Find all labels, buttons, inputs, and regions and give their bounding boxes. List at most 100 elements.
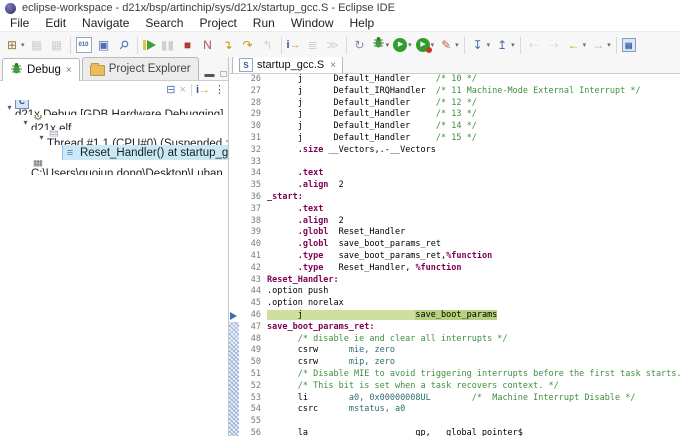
line-number[interactable]: 52 bbox=[239, 381, 267, 393]
code-line-text[interactable]: .globl Reset_Handler bbox=[267, 227, 680, 239]
previous-annotation-button[interactable]: ↥▾ bbox=[493, 35, 516, 55]
code-line[interactable]: 28 j Default_Handler /* 12 */ bbox=[239, 98, 680, 110]
debug-target-item[interactable]: ▾Cd21x Debug [GDB Hardware Debugging] bbox=[0, 100, 228, 115]
code-line-text[interactable]: .size __Vectors,.-__Vectors bbox=[267, 145, 680, 157]
back-button-dropdown-icon[interactable]: ▾ bbox=[583, 41, 587, 49]
code-line[interactable]: 27 j Default_IRQHandler /* 11 Machine-Mo… bbox=[239, 86, 680, 98]
code-line-text[interactable] bbox=[267, 416, 680, 428]
new-wizard-button[interactable]: ⊞▾ bbox=[3, 35, 26, 55]
search-button[interactable]: ⚲ bbox=[115, 35, 133, 55]
step-into-button[interactable]: ↴ bbox=[219, 35, 237, 55]
line-number[interactable]: 44 bbox=[239, 286, 267, 298]
line-number[interactable]: 37 bbox=[239, 204, 267, 216]
menu-project[interactable]: Project bbox=[191, 16, 244, 31]
code-line-text[interactable]: la gp, __global_pointer$ bbox=[267, 428, 680, 436]
instruction-stepping-mode-button[interactable]: i→ bbox=[196, 84, 210, 96]
expander-icon[interactable]: ▾ bbox=[4, 103, 15, 112]
line-number[interactable]: 45 bbox=[239, 298, 267, 310]
code-line-text[interactable]: j Default_Handler /* 10 */ bbox=[267, 74, 680, 86]
code-line[interactable]: 38 .align 2 bbox=[239, 216, 680, 228]
code-line-text[interactable]: j Default_IRQHandler /* 11 Machine-Mode … bbox=[267, 86, 680, 98]
code-line-text[interactable]: /* disable ie and clear all interrupts *… bbox=[267, 334, 680, 346]
console-display-button[interactable]: ▣ bbox=[95, 35, 113, 55]
code-line[interactable]: 37 .text bbox=[239, 204, 680, 216]
code-line[interactable]: 55 bbox=[239, 416, 680, 428]
previous-annotation-button-dropdown-icon[interactable]: ▾ bbox=[511, 41, 515, 49]
menu-file[interactable]: File bbox=[2, 16, 37, 31]
next-annotation-button[interactable]: ↧▾ bbox=[469, 35, 492, 55]
line-number[interactable]: 36 bbox=[239, 192, 267, 204]
code-line[interactable]: 44.option push bbox=[239, 286, 680, 298]
line-number[interactable]: 51 bbox=[239, 369, 267, 381]
code-line[interactable]: 42 .type Reset_Handler, %function bbox=[239, 263, 680, 275]
remove-all-terminated-button[interactable]: × bbox=[180, 84, 186, 96]
code-line[interactable]: 41 .type save_boot_params_ret,%function bbox=[239, 251, 680, 263]
line-number[interactable]: 30 bbox=[239, 121, 267, 133]
line-number[interactable]: 35 bbox=[239, 180, 267, 192]
tab-debug[interactable]: Debug× bbox=[2, 58, 80, 81]
forward-button[interactable]: →▾ bbox=[589, 35, 612, 55]
code-line[interactable]: 29 j Default_Handler /* 13 */ bbox=[239, 109, 680, 121]
code-line[interactable]: 26 j Default_Handler /* 10 */ bbox=[239, 74, 680, 86]
editor-tab-startup-gcc[interactable]: S startup_gcc.S × bbox=[232, 57, 343, 73]
line-number[interactable]: 34 bbox=[239, 168, 267, 180]
code-line[interactable]: 52 /* This bit is set when a task recove… bbox=[239, 381, 680, 393]
debug-perspective-button[interactable]: ▤ bbox=[621, 35, 637, 55]
code-line[interactable]: 53 li a0, 0x00000008UL /* Machine Interr… bbox=[239, 393, 680, 405]
code-line[interactable]: 33 bbox=[239, 157, 680, 169]
line-number[interactable]: 29 bbox=[239, 109, 267, 121]
run-button[interactable]: ▶▾ bbox=[392, 35, 413, 55]
line-number[interactable]: 28 bbox=[239, 98, 267, 110]
resume-button[interactable] bbox=[142, 35, 157, 55]
trace-control-button[interactable]: ≫ bbox=[324, 35, 342, 55]
line-number[interactable]: 49 bbox=[239, 345, 267, 357]
close-icon[interactable]: × bbox=[66, 65, 72, 76]
terminate-button[interactable]: ■ bbox=[179, 35, 197, 55]
code-line-text[interactable]: .globl save_boot_params_ret bbox=[267, 239, 680, 251]
code-line[interactable]: 54 csrc mstatus, a0 bbox=[239, 404, 680, 416]
line-number[interactable]: 48 bbox=[239, 334, 267, 346]
external-tools-button[interactable]: ✎▾ bbox=[437, 35, 460, 55]
disconnect-button[interactable]: N bbox=[199, 35, 217, 55]
code-line-text[interactable]: .type save_boot_params_ret,%function bbox=[267, 251, 680, 263]
line-number[interactable]: 38 bbox=[239, 216, 267, 228]
elf-item[interactable]: ▾⚙d21x.elf bbox=[0, 115, 228, 130]
collapse-all-button[interactable]: ⊟ bbox=[166, 83, 175, 96]
code-line-text[interactable]: /* This bit is set when a task recovers … bbox=[267, 381, 680, 393]
code-line[interactable]: 30 j Default_Handler /* 14 */ bbox=[239, 121, 680, 133]
line-number[interactable]: 40 bbox=[239, 239, 267, 251]
code-line[interactable]: 46 j save_boot_params bbox=[239, 310, 680, 322]
line-number[interactable]: 31 bbox=[239, 133, 267, 145]
step-over-button[interactable]: ↷ bbox=[239, 35, 257, 55]
line-number[interactable]: 43 bbox=[239, 275, 267, 287]
code-line-text[interactable]: j save_boot_params bbox=[267, 310, 680, 322]
code-line-text[interactable]: _start: bbox=[267, 192, 680, 204]
code-line-text[interactable]: .option norelax bbox=[267, 298, 680, 310]
line-number[interactable]: 46 bbox=[239, 310, 267, 322]
line-number[interactable]: 27 bbox=[239, 86, 267, 98]
line-number[interactable]: 32 bbox=[239, 145, 267, 157]
code-line[interactable]: 40 .globl save_boot_params_ret bbox=[239, 239, 680, 251]
menu-run[interactable]: Run bbox=[245, 16, 283, 31]
run-button-dropdown-icon[interactable]: ▾ bbox=[408, 41, 412, 49]
code-line[interactable]: 43Reset_Handler: bbox=[239, 275, 680, 287]
code-line-text[interactable]: csrw mip, zero bbox=[267, 357, 680, 369]
line-number[interactable]: 50 bbox=[239, 357, 267, 369]
menu-navigate[interactable]: Navigate bbox=[74, 16, 137, 31]
line-number[interactable]: 33 bbox=[239, 157, 267, 169]
code-editor[interactable]: 26 j Default_Handler /* 10 */27 j Defaul… bbox=[239, 74, 680, 436]
line-number[interactable]: 53 bbox=[239, 393, 267, 405]
line-number[interactable]: 42 bbox=[239, 263, 267, 275]
next-edit-location-button[interactable]: ⇢ bbox=[545, 35, 563, 55]
menu-edit[interactable]: Edit bbox=[37, 16, 74, 31]
restart-button[interactable]: ↻ bbox=[351, 35, 369, 55]
code-line-text[interactable]: .text bbox=[267, 168, 680, 180]
code-line-text[interactable] bbox=[267, 157, 680, 169]
code-line-text[interactable]: li a0, 0x00000008UL /* Machine Interrupt… bbox=[267, 393, 680, 405]
suspend-button[interactable]: ▮▮ bbox=[159, 35, 177, 55]
save-all-button[interactable]: ▦ bbox=[48, 35, 66, 55]
code-line-text[interactable]: save_boot_params_ret: bbox=[267, 322, 680, 334]
code-line[interactable]: 48 /* disable ie and clear all interrupt… bbox=[239, 334, 680, 346]
external-tools-button-dropdown-icon[interactable]: ▾ bbox=[455, 41, 459, 49]
code-line-text[interactable]: /* Disable MIE to avoid triggering inter… bbox=[267, 369, 680, 381]
